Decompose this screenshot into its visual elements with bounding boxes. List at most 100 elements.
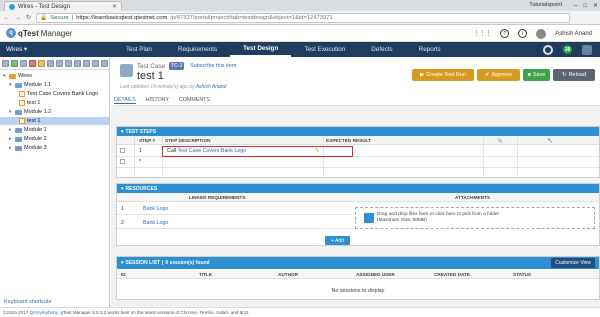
project-selector[interactable]: Wires ▾ (0, 46, 113, 53)
page-title[interactable]: test 1 (137, 70, 164, 82)
tab-test-design[interactable]: Test Design (230, 42, 292, 57)
section-title: TEST STEPS (125, 128, 157, 135)
url-field[interactable]: 🔒 Secure | https://learnbasicqtest.qtest… (36, 12, 570, 23)
keyboard-shortcuts-link[interactable]: Keyboard shortcuts (4, 299, 51, 305)
browser-tab[interactable]: Wires - Test Design ✕ (4, 1, 122, 11)
tree-divider (0, 69, 110, 70)
table-row[interactable]: * (117, 157, 599, 168)
app-name-bold: qTest (18, 28, 39, 38)
tab-test-execution[interactable]: Test Execution (291, 42, 358, 57)
requirement-link[interactable]: Bank Logo (143, 220, 168, 226)
collapse-icon[interactable] (92, 60, 99, 67)
section-header[interactable]: ▾ TEST STEPS (117, 127, 599, 136)
chevron-down-icon[interactable]: ▾ (9, 82, 13, 88)
reload-button[interactable]: ↻ Reload (553, 69, 595, 81)
copy-icon[interactable] (20, 60, 27, 67)
help-icon[interactable]: ? (500, 29, 510, 38)
row-number: 1 (121, 206, 124, 212)
separator: | (161, 260, 164, 266)
search-icon[interactable] (74, 60, 81, 67)
chevron-right-icon[interactable]: ▸ (9, 145, 13, 151)
new-test-case-icon[interactable] (11, 60, 18, 67)
create-test-run-button[interactable]: ▶ Create Test Run (412, 69, 474, 81)
table-row[interactable]: 1 Bank Logo (117, 204, 352, 215)
browser-user-chip[interactable]: Tutorialspoint (529, 2, 562, 9)
highlight-box (162, 146, 353, 157)
maximize-icon[interactable]: □ (583, 3, 587, 9)
section-header[interactable]: ▾ RESOURCES (117, 184, 599, 193)
tree-node-selected[interactable]: test 1 (0, 117, 109, 125)
tree-node-module[interactable]: ▸ Module 2 (9, 135, 47, 143)
folder-icon (15, 82, 22, 88)
new-module-icon[interactable] (2, 60, 9, 67)
refresh-tree-icon[interactable] (83, 60, 90, 67)
chevron-right-icon[interactable]: ▸ (9, 127, 13, 133)
info-icon[interactable]: i (518, 29, 528, 38)
window-controls: – □ ✕ (574, 0, 598, 11)
row-checkbox[interactable] (120, 159, 125, 164)
tab-reports[interactable]: Reports (406, 42, 454, 57)
section-title: RESOURCES (125, 185, 158, 192)
notification-bell-icon[interactable]: 38 (563, 45, 572, 54)
tree-node-label: Module 1.1 (24, 82, 52, 88)
user-name[interactable]: Ashish Anand (555, 31, 592, 37)
filter-icon[interactable] (47, 60, 54, 67)
tab-defects[interactable]: Defects (358, 42, 405, 57)
gear-icon[interactable] (543, 44, 553, 55)
app-logo[interactable]: q qTest Manager (6, 28, 72, 38)
tree-node-module[interactable]: ▾ Module 1.1 (9, 81, 51, 89)
tree-node-root[interactable]: ▾ Wires (3, 72, 32, 80)
forward-icon[interactable]: → (15, 15, 21, 21)
dropzone-line-1: Drag and drop files here or click here t… (377, 212, 500, 217)
apps-grid-icon[interactable]: ⋮⋮⋮ (473, 30, 491, 37)
panel-toggle-icon[interactable] (582, 44, 592, 55)
expand-icon[interactable] (101, 60, 108, 67)
qtest-logo-icon: q (6, 28, 16, 38)
save-button[interactable]: ■ Save (523, 69, 550, 81)
import-icon[interactable] (65, 60, 72, 67)
nav-actions: 38 (543, 44, 592, 55)
avatar[interactable] (536, 28, 547, 39)
customize-view-button[interactable]: Customize View (551, 258, 595, 268)
refresh-icon[interactable]: ↻ (26, 14, 31, 21)
approve-button[interactable]: ✔ Approve (477, 69, 520, 81)
export-icon[interactable] (56, 60, 63, 67)
tab-history[interactable]: HISTORY (146, 97, 169, 103)
subscribe-link[interactable]: Subscribe this item (190, 63, 236, 69)
row-checkbox[interactable] (120, 148, 125, 153)
attachment-dropzone[interactable]: Drag and drop files here or click here t… (355, 207, 595, 229)
minimize-icon[interactable]: – (574, 3, 577, 9)
tab-details[interactable]: DETAILS (114, 97, 136, 104)
close-icon[interactable]: ✕ (112, 3, 117, 10)
chevron-down-icon[interactable]: ▾ (3, 73, 7, 79)
paperclip-icon: 📎 (497, 138, 503, 143)
test-case-icon (19, 91, 25, 97)
section-header[interactable]: ▾ SESSION LIST | 0 session(s) found (117, 257, 599, 269)
tree-node-module[interactable]: ▸ Module 3 (9, 144, 47, 152)
test-steps-section: ▾ TEST STEPS STEP # STEP DESCRIPTION EXP… (116, 126, 600, 178)
edit-icon[interactable] (38, 60, 45, 67)
tab-test-plan[interactable]: Test Plan (113, 42, 165, 57)
add-requirement-button[interactable]: + Add (325, 236, 350, 245)
play-icon: ▶ (420, 72, 425, 78)
tab-requirements[interactable]: Requirements (165, 42, 230, 57)
tree-node-test-case[interactable]: Test Case Covers Bank Logo (19, 90, 98, 98)
folder-icon (15, 127, 22, 133)
tree-node-label: Module 1 (24, 127, 47, 133)
reload-icon: ↻ (561, 72, 567, 78)
window-close-icon[interactable]: ✕ (593, 2, 598, 9)
requirement-link[interactable]: Bank Logo (143, 206, 168, 212)
column-divider (134, 136, 135, 177)
chevron-down-icon[interactable]: ▾ (9, 109, 13, 115)
table-row[interactable]: 2 Bank Logo (117, 218, 352, 229)
updated-by-link[interactable]: Ashish Anand (196, 84, 227, 90)
chevron-right-icon[interactable]: ▸ (9, 136, 13, 142)
project-folder-icon (9, 73, 16, 79)
tree-node-module[interactable]: ▾ Module 1.2 (9, 108, 51, 116)
back-icon[interactable]: ← (4, 15, 10, 21)
tab-comments[interactable]: COMMENTS (179, 97, 210, 103)
tree-node-test-case[interactable]: test 1 (19, 99, 40, 107)
company-link[interactable]: QASymphony (30, 310, 58, 315)
tree-node-module[interactable]: ▸ Module 1 (9, 126, 47, 134)
delete-icon[interactable] (29, 60, 36, 67)
